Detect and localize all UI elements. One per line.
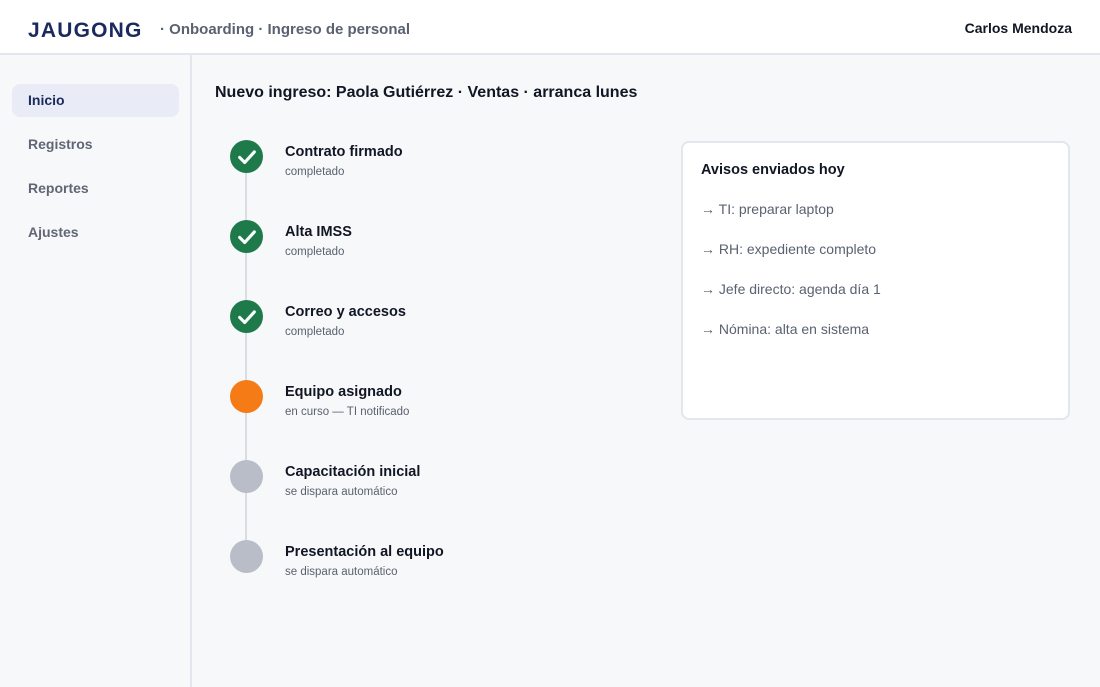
step-label: Equipo asignado xyxy=(285,384,402,400)
step-status-text: se dispara automático xyxy=(285,486,398,498)
step-correo-accesos[interactable]: Correo y accesos completado xyxy=(230,300,630,360)
step-presentacion-equipo[interactable]: Presentación al equipo se dispara automá… xyxy=(230,540,630,600)
step-label: Correo y accesos xyxy=(285,304,406,320)
step-label: Presentación al equipo xyxy=(285,544,444,560)
step-status-in-progress xyxy=(230,380,263,413)
sidebar: Inicio Registros Reportes Ajustes xyxy=(0,55,192,687)
step-status-text: completado xyxy=(285,166,345,178)
notice-item: → Jefe directo: agenda día 1 xyxy=(701,281,881,297)
sidebar-item-inicio[interactable]: Inicio xyxy=(12,84,179,117)
user-name[interactable]: Carlos Mendoza xyxy=(965,20,1072,36)
brand-logo[interactable]: JAUGONG xyxy=(28,19,143,43)
step-status-text: completado xyxy=(285,326,345,338)
page-title: Nuevo ingreso: Paola Gutiérrez · Ventas … xyxy=(215,84,638,101)
step-status-done xyxy=(230,300,263,333)
step-equipo-asignado[interactable]: Equipo asignado en curso — TI notificado xyxy=(230,380,630,440)
check-icon xyxy=(237,309,256,324)
notice-item: → RH: expediente completo xyxy=(701,241,877,257)
step-label: Contrato firmado xyxy=(285,144,403,160)
step-contrato-firmado[interactable]: Contrato firmado completado xyxy=(230,140,630,200)
step-status-text: completado xyxy=(285,246,345,258)
breadcrumb: · Onboarding · Ingreso de personal xyxy=(160,21,411,38)
step-label: Capacitación inicial xyxy=(285,464,421,480)
step-status-text: se dispara automático xyxy=(285,566,398,578)
check-icon xyxy=(237,149,256,164)
sidebar-item-ajustes[interactable]: Ajustes xyxy=(12,216,179,249)
step-status-done xyxy=(230,140,263,173)
step-status-done xyxy=(230,220,263,253)
check-icon xyxy=(237,229,256,244)
sidebar-item-registros[interactable]: Registros xyxy=(12,128,179,161)
notices-card: Avisos enviados hoy → TI: preparar lapto… xyxy=(681,141,1070,420)
top-bar: JAUGONG · Onboarding · Ingreso de person… xyxy=(0,0,1100,55)
step-label: Alta IMSS xyxy=(285,224,352,240)
step-status-pending xyxy=(230,460,263,493)
sidebar-item-reportes[interactable]: Reportes xyxy=(12,172,179,205)
notice-item: → TI: preparar laptop xyxy=(701,201,834,217)
step-alta-imss[interactable]: Alta IMSS completado xyxy=(230,220,630,280)
step-status-pending xyxy=(230,540,263,573)
notice-item: → Nómina: alta en sistema xyxy=(701,321,870,337)
step-capacitacion-inicial[interactable]: Capacitación inicial se dispara automáti… xyxy=(230,460,630,520)
step-status-text: en curso — TI notificado xyxy=(285,406,410,418)
notices-title: Avisos enviados hoy xyxy=(701,162,845,178)
